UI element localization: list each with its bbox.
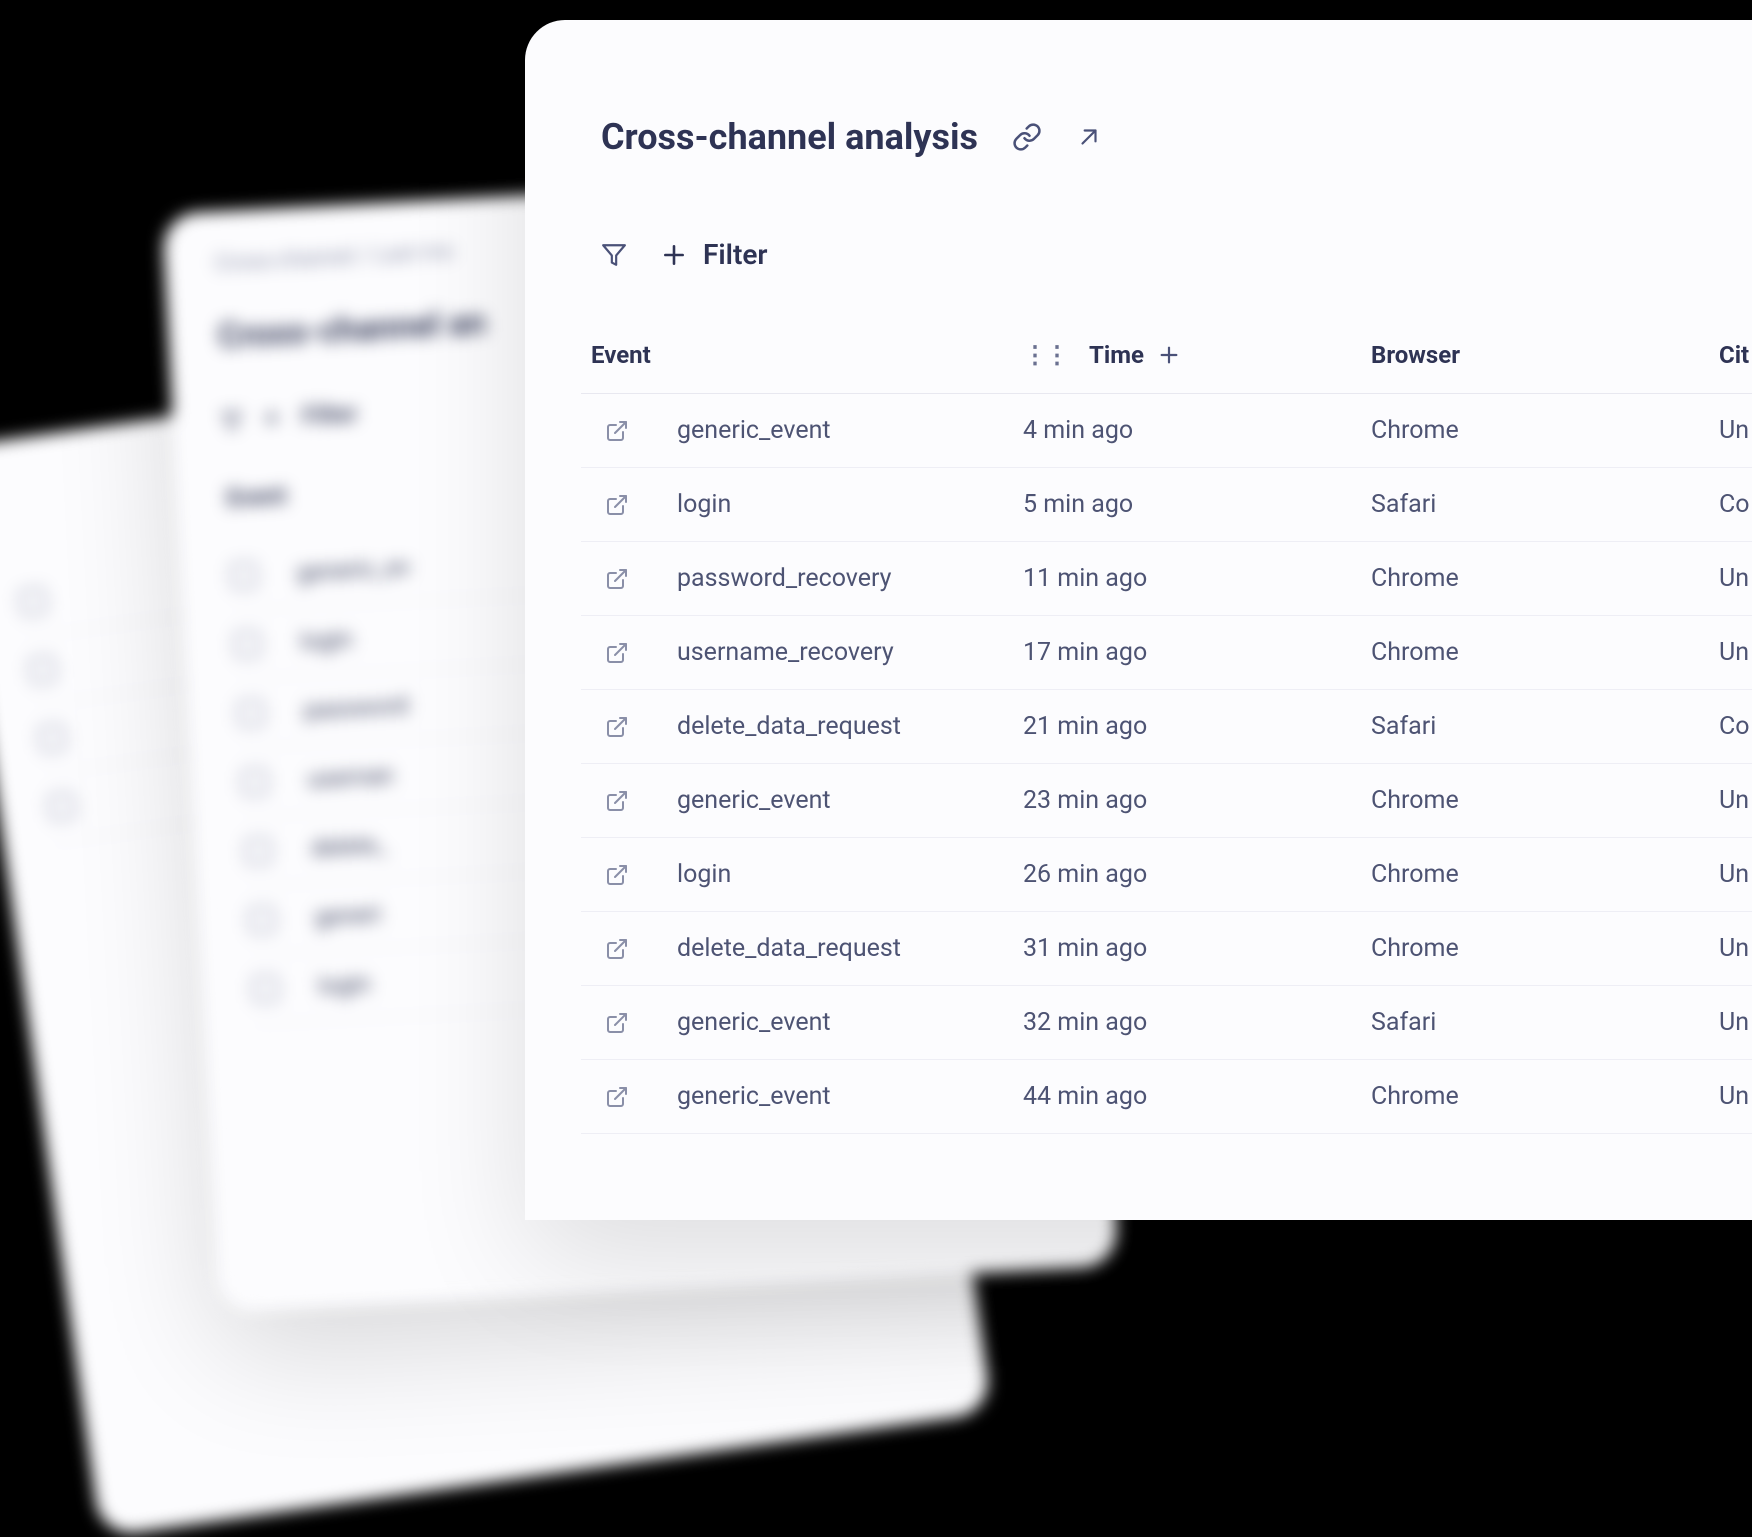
- column-browser[interactable]: Browser: [1371, 341, 1719, 369]
- column-city[interactable]: Cit: [1719, 341, 1752, 369]
- column-time-label: Time: [1089, 341, 1144, 369]
- table-row[interactable]: generic_event 4 min agoChromeUn: [581, 394, 1752, 468]
- event-city: Un: [1719, 934, 1752, 963]
- event-time: 5 min ago: [1023, 490, 1371, 519]
- event-browser: Safari: [1371, 712, 1719, 741]
- card-header: Cross-channel analysis: [581, 116, 1752, 158]
- event-name: delete_data_request: [677, 712, 901, 741]
- external-link-icon[interactable]: [605, 937, 629, 961]
- table-row[interactable]: generic_event 32 min agoSafariUn: [581, 986, 1752, 1060]
- event-city: Co: [1719, 490, 1752, 519]
- event-time: 17 min ago: [1023, 638, 1371, 667]
- page-title: Cross-channel analysis: [601, 116, 978, 158]
- event-name: delete_data_request: [677, 934, 901, 963]
- external-link-icon[interactable]: [605, 1085, 629, 1109]
- external-link-icon[interactable]: [605, 493, 629, 517]
- external-link-icon[interactable]: [605, 419, 629, 443]
- event-time: 31 min ago: [1023, 934, 1371, 963]
- add-filter-button[interactable]: Filter: [661, 238, 768, 271]
- event-city: Co: [1719, 712, 1752, 741]
- analysis-card: Cross-channel analysis Filter: [525, 20, 1752, 1220]
- column-time[interactable]: ⋮⋮ Time: [1023, 341, 1371, 369]
- event-browser: Chrome: [1371, 786, 1719, 815]
- toolbar: Filter: [581, 238, 1752, 271]
- event-time: 44 min ago: [1023, 1082, 1371, 1111]
- event-time: 21 min ago: [1023, 712, 1371, 741]
- event-city: Un: [1719, 416, 1752, 445]
- event-browser: Chrome: [1371, 564, 1719, 593]
- table-body: generic_event4 min agoChromeUnlogin5 min…: [581, 394, 1752, 1134]
- event-city: Un: [1719, 638, 1752, 667]
- event-city: Un: [1719, 786, 1752, 815]
- event-browser: Safari: [1371, 1008, 1719, 1037]
- event-time: 23 min ago: [1023, 786, 1371, 815]
- event-city: Un: [1719, 1008, 1752, 1037]
- external-link-icon[interactable]: [605, 789, 629, 813]
- event-time: 4 min ago: [1023, 416, 1371, 445]
- event-name: login: [677, 860, 731, 889]
- filter-label: Filter: [703, 238, 768, 271]
- external-link-icon[interactable]: [605, 1011, 629, 1035]
- event-name: login: [677, 490, 731, 519]
- add-column-icon[interactable]: [1158, 344, 1180, 366]
- event-name: username_recovery: [677, 638, 894, 667]
- table-row[interactable]: delete_data_request 21 min agoSafariCo: [581, 690, 1752, 764]
- event-name: generic_event: [677, 1008, 831, 1037]
- event-time: 11 min ago: [1023, 564, 1371, 593]
- column-event[interactable]: Event: [581, 341, 1023, 369]
- external-link-icon[interactable]: [605, 715, 629, 739]
- filter-icon[interactable]: [601, 242, 627, 268]
- event-city: Un: [1719, 564, 1752, 593]
- table-row[interactable]: login 26 min agoChromeUn: [581, 838, 1752, 912]
- table-header: Event ⋮⋮ Time Browser Cit: [581, 321, 1752, 394]
- external-link-icon[interactable]: [605, 567, 629, 591]
- event-browser: Chrome: [1371, 934, 1719, 963]
- event-name: generic_event: [677, 786, 831, 815]
- event-browser: Chrome: [1371, 1082, 1719, 1111]
- event-browser: Safari: [1371, 490, 1719, 519]
- external-link-icon[interactable]: [605, 641, 629, 665]
- table-row[interactable]: login 5 min agoSafariCo: [581, 468, 1752, 542]
- event-city: Un: [1719, 860, 1752, 889]
- event-city: Un: [1719, 1082, 1752, 1111]
- drag-handle-icon[interactable]: ⋮⋮: [1023, 341, 1067, 369]
- table-row[interactable]: delete_data_request 31 min agoChromeUn: [581, 912, 1752, 986]
- table-row[interactable]: generic_event 23 min agoChromeUn: [581, 764, 1752, 838]
- event-browser: Chrome: [1371, 416, 1719, 445]
- link-icon[interactable]: [1012, 122, 1042, 152]
- event-browser: Chrome: [1371, 638, 1719, 667]
- table-row[interactable]: generic_event 44 min agoChromeUn: [581, 1060, 1752, 1134]
- open-external-icon[interactable]: [1076, 124, 1102, 150]
- event-name: generic_event: [677, 416, 831, 445]
- event-time: 26 min ago: [1023, 860, 1371, 889]
- table-row[interactable]: username_recovery 17 min agoChromeUn: [581, 616, 1752, 690]
- event-browser: Chrome: [1371, 860, 1719, 889]
- event-name: generic_event: [677, 1082, 831, 1111]
- table-row[interactable]: password_recovery 11 min agoChromeUn: [581, 542, 1752, 616]
- event-name: password_recovery: [677, 564, 892, 593]
- event-time: 32 min ago: [1023, 1008, 1371, 1037]
- external-link-icon[interactable]: [605, 863, 629, 887]
